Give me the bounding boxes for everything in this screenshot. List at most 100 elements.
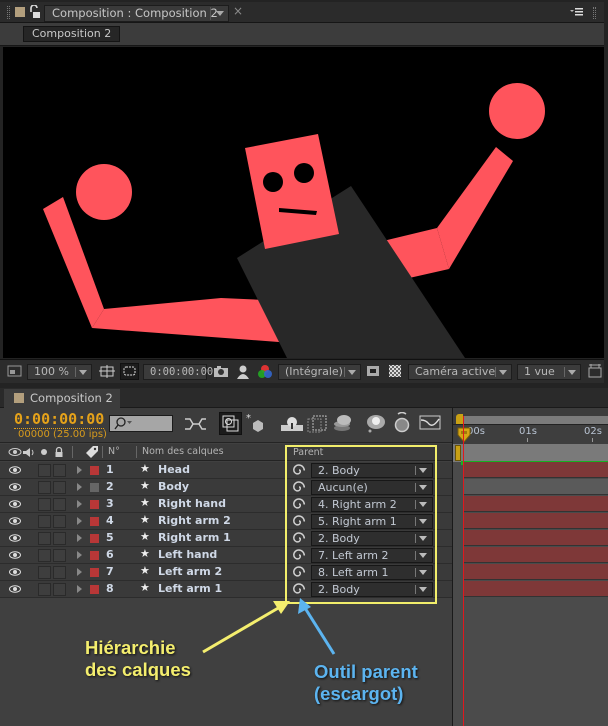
expand-triangle-icon[interactable] — [77, 517, 82, 525]
layer-name[interactable]: Right hand — [158, 497, 226, 510]
current-time-indicator-head[interactable] — [457, 427, 471, 443]
lock-column-icon[interactable] — [54, 446, 64, 458]
timeline-area[interactable]: 00s 01s 02s — [452, 408, 608, 726]
current-time-display[interactable]: 0:00:00:00 — [14, 410, 105, 429]
layer-duration-bar[interactable] — [463, 547, 608, 563]
layer-duration-bar[interactable] — [463, 462, 608, 478]
eye-icon[interactable] — [9, 516, 21, 526]
audio-column-icon[interactable] — [22, 447, 36, 458]
expand-triangle-icon[interactable] — [77, 500, 82, 508]
frame-blending-icon[interactable] — [281, 416, 303, 432]
label-tag-icon[interactable] — [84, 445, 100, 459]
layer-label-color[interactable] — [90, 500, 99, 509]
video-visibility-column-icon[interactable] — [8, 447, 22, 457]
expand-triangle-icon[interactable] — [77, 483, 82, 491]
lock-checkbox[interactable] — [53, 549, 66, 562]
camera-view-dropdown[interactable]: Caméra active — [408, 364, 512, 380]
expand-triangle-icon[interactable] — [77, 585, 82, 593]
panel-menu-icon[interactable] — [570, 7, 584, 17]
panel-grip-handle-right[interactable] — [593, 7, 596, 19]
camera-snapshot-icon[interactable] — [213, 364, 229, 380]
composition-bar[interactable] — [453, 444, 608, 462]
solo-checkbox[interactable] — [38, 549, 51, 562]
lock-checkbox[interactable] — [53, 566, 66, 579]
composition-mini-flowchart-icon[interactable] — [184, 417, 210, 431]
lock-checkbox[interactable] — [53, 515, 66, 528]
current-time-indicator-line[interactable] — [463, 416, 464, 726]
layer-duration-bar[interactable] — [463, 581, 608, 597]
lock-checkbox[interactable] — [53, 498, 66, 511]
solo-checkbox[interactable] — [38, 464, 51, 477]
resolution-dropdown[interactable]: (Intégrale) — [278, 364, 361, 380]
solo-checkbox[interactable] — [38, 566, 51, 579]
layer-label-color[interactable] — [90, 551, 99, 560]
draft-3d-toggle[interactable] — [219, 412, 242, 435]
lock-checkbox[interactable] — [53, 583, 66, 596]
eye-icon[interactable] — [9, 567, 21, 577]
graph-editor-bubble-icon[interactable] — [366, 413, 386, 435]
motion-blur-icon[interactable] — [307, 415, 327, 433]
layer-name[interactable]: Right arm 1 — [158, 531, 231, 544]
solo-checkbox[interactable] — [38, 498, 51, 511]
tab-composition[interactable]: Composition : Composition 2 — [44, 5, 229, 22]
expand-triangle-icon[interactable] — [77, 534, 82, 542]
tab-dropdown-button[interactable] — [210, 7, 228, 20]
layer-name[interactable]: Head — [158, 463, 190, 476]
eye-icon[interactable] — [9, 482, 21, 492]
solo-column-icon[interactable] — [41, 449, 47, 455]
expand-triangle-icon[interactable] — [77, 568, 82, 576]
region-of-interest-icon[interactable] — [7, 364, 23, 380]
layer-name[interactable]: Right arm 2 — [158, 514, 231, 527]
current-time-field[interactable]: 0:00:00:00 — [143, 364, 213, 380]
comp-start-handle[interactable] — [455, 445, 461, 461]
layer-name[interactable]: Left arm 1 — [158, 582, 222, 595]
expand-triangle-icon[interactable] — [77, 551, 82, 559]
view-layout-dropdown[interactable]: 1 vue — [517, 364, 581, 380]
safe-zones-icon[interactable] — [99, 364, 115, 380]
layer-search-input[interactable] — [109, 415, 173, 432]
stopwatch-icon[interactable] — [394, 412, 410, 434]
layer-label-color[interactable] — [90, 585, 99, 594]
rgb-channels-icon[interactable] — [256, 364, 272, 380]
column-number-header[interactable]: N° — [108, 446, 120, 457]
zoom-dropdown[interactable]: 100 % — [27, 364, 92, 380]
eye-icon[interactable] — [9, 533, 21, 543]
hide-shy-layers-icon[interactable]: * — [246, 413, 266, 433]
solo-checkbox[interactable] — [38, 532, 51, 545]
eye-icon[interactable] — [9, 584, 21, 594]
toggle-pixel-aspect-icon[interactable] — [588, 364, 604, 380]
layer-name[interactable]: Left hand — [158, 548, 217, 561]
column-layer-name-header[interactable]: Nom des calques — [142, 446, 224, 457]
solo-checkbox[interactable] — [38, 583, 51, 596]
layer-label-color[interactable] — [90, 483, 99, 492]
layer-name[interactable]: Left arm 2 — [158, 565, 222, 578]
layer-name[interactable]: Body — [158, 480, 189, 493]
transparency-grid-icon[interactable] — [388, 364, 404, 380]
layer-label-color[interactable] — [90, 534, 99, 543]
lock-icon[interactable] — [29, 5, 41, 19]
eye-icon[interactable] — [9, 465, 21, 475]
tab-timeline-composition[interactable]: Composition 2 × — [4, 389, 120, 423]
lock-checkbox[interactable] — [53, 481, 66, 494]
layer-label-color[interactable] — [90, 466, 99, 475]
show-snapshot-icon[interactable] — [236, 364, 252, 380]
solo-checkbox[interactable] — [38, 481, 51, 494]
work-area-bar[interactable] — [461, 416, 608, 424]
layer-label-color[interactable] — [90, 517, 99, 526]
layer-duration-bar[interactable] — [463, 530, 608, 546]
panel-grip-handle[interactable] — [7, 6, 10, 19]
layer-duration-bar[interactable] — [463, 496, 608, 512]
work-area-start-handle[interactable] — [456, 414, 463, 424]
layer-duration-bar[interactable] — [463, 513, 608, 529]
lock-checkbox[interactable] — [53, 464, 66, 477]
composition-viewer[interactable] — [3, 47, 604, 358]
eye-icon[interactable] — [9, 550, 21, 560]
layer-label-color[interactable] — [90, 568, 99, 577]
layer-duration-bar[interactable] — [463, 564, 608, 580]
breadcrumb-composition[interactable]: Composition 2 — [23, 26, 121, 42]
graph-editor-icon[interactable] — [419, 415, 441, 431]
fast-previews-icon[interactable] — [366, 364, 382, 380]
layer-duration-bar[interactable] — [463, 479, 608, 495]
expand-triangle-icon[interactable] — [77, 466, 82, 474]
solo-checkbox[interactable] — [38, 515, 51, 528]
